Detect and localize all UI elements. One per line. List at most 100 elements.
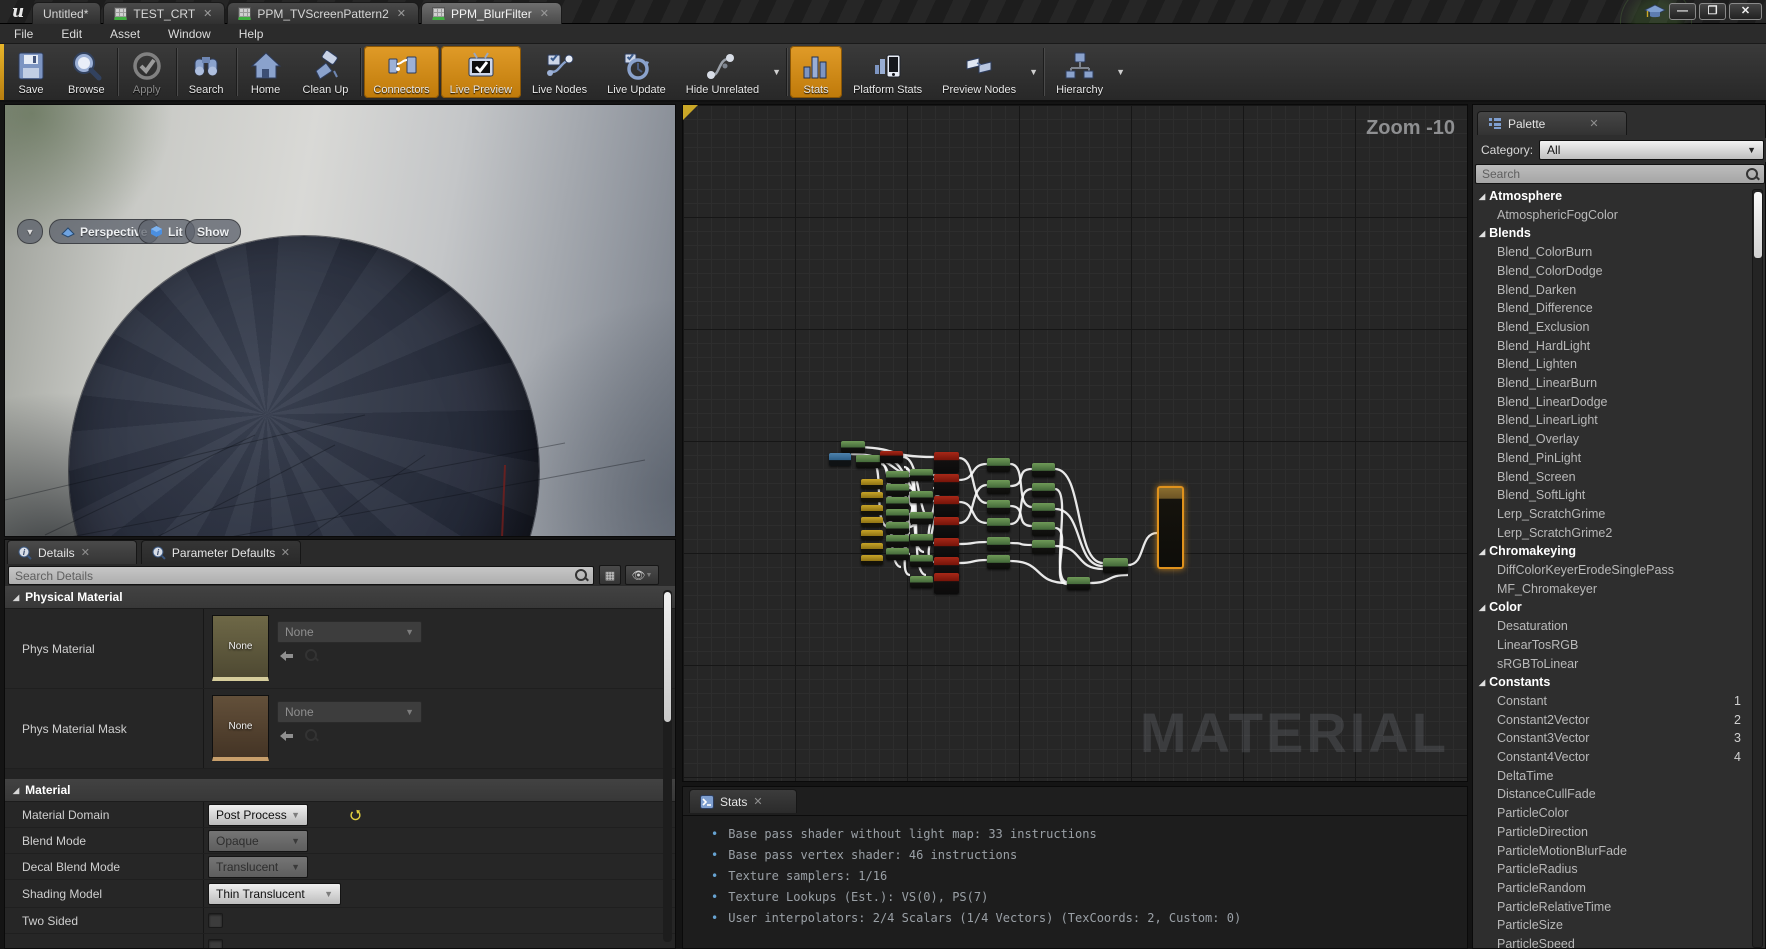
palette-item-blend-lineardodge[interactable]: Blend_LinearDodge (1473, 393, 1755, 411)
palette-item-blend-linearlight[interactable]: Blend_LinearLight (1473, 411, 1755, 429)
toolbar-button-apply[interactable]: Apply (121, 46, 173, 98)
graph-node[interactable] (1032, 522, 1055, 536)
chevron-down-icon[interactable]: ▼ (772, 67, 781, 77)
preview-viewport[interactable]: ▼ Perspective Lit Show Z Y X (4, 104, 676, 537)
graph-node[interactable] (934, 538, 959, 559)
use-selected-arrow-icon[interactable] (279, 729, 295, 743)
graph-node[interactable] (886, 522, 909, 534)
details-scrollbar[interactable] (663, 590, 672, 942)
graph-node[interactable] (861, 530, 883, 540)
palette-category-chromakeying[interactable]: ◢Chromakeying (1473, 542, 1755, 560)
close-button[interactable]: ✕ (1729, 3, 1762, 20)
graph-node[interactable] (987, 518, 1010, 532)
palette-item-lerp-scratchgrime[interactable]: Lerp_ScratchGrime (1473, 505, 1755, 523)
graph-node[interactable] (861, 479, 883, 489)
palette-item-blend-linearburn[interactable]: Blend_LinearBurn (1473, 374, 1755, 392)
graph-node[interactable] (987, 537, 1010, 551)
close-icon[interactable]: ✕ (281, 546, 290, 559)
graph-node[interactable] (1032, 503, 1055, 517)
graph-node[interactable] (910, 512, 933, 524)
tab-palette[interactable]: Palette ✕ (1477, 111, 1627, 135)
graph-node[interactable] (861, 505, 883, 515)
close-icon[interactable]: ✕ (397, 7, 406, 20)
phys-material-combo[interactable]: None▼ (277, 621, 422, 643)
graph-node[interactable] (910, 576, 933, 588)
selected-output-node[interactable] (1157, 486, 1184, 569)
palette-item-constant[interactable]: Constant1 (1473, 692, 1755, 710)
palette-item-particleradius[interactable]: ParticleRadius (1473, 860, 1755, 878)
palette-item-mf-chromakeyer[interactable]: MF_Chromakeyer (1473, 580, 1755, 598)
graph-node[interactable] (861, 543, 883, 553)
toolbar-button-live-update[interactable]: Live Update (598, 46, 675, 98)
graph-node[interactable] (934, 517, 959, 538)
graph-node[interactable] (1032, 463, 1055, 477)
palette-item-deltatime[interactable]: DeltaTime (1473, 767, 1755, 785)
close-icon[interactable]: ✕ (203, 7, 212, 20)
tutorial-cap-icon[interactable] (1644, 4, 1666, 20)
menu-file[interactable]: File (0, 24, 47, 44)
graph-node[interactable] (861, 492, 883, 502)
editor-tab-ppm-blurfilter[interactable]: PPM_BlurFilter✕ (421, 2, 562, 24)
graph-node[interactable] (910, 534, 933, 546)
palette-item-atmosphericfogcolor[interactable]: AtmosphericFogColor (1473, 206, 1755, 224)
close-icon[interactable]: ✕ (540, 7, 549, 20)
menu-help[interactable]: Help (225, 24, 278, 44)
menu-edit[interactable]: Edit (47, 24, 96, 44)
graph-node[interactable] (829, 453, 851, 466)
palette-item-particlespeed[interactable]: ParticleSpeed (1473, 935, 1755, 948)
phys-material-mask-combo[interactable]: None▼ (277, 701, 422, 723)
graph-node[interactable] (1032, 483, 1055, 497)
toolbar-button-stats[interactable]: Stats (790, 46, 842, 98)
palette-item-particledirection[interactable]: ParticleDirection (1473, 823, 1755, 841)
palette-item-lerp-scratchgrime2[interactable]: Lerp_ScratchGrime2 (1473, 524, 1755, 542)
toolbar-button-home[interactable]: Home (240, 46, 292, 98)
minimize-button[interactable]: — (1669, 3, 1696, 20)
material-graph[interactable]: Zoom -10 MATERIAL (682, 104, 1468, 782)
restore-button[interactable]: ❐ (1699, 3, 1726, 20)
graph-node[interactable] (987, 555, 1010, 569)
palette-item-blend-colorburn[interactable]: Blend_ColorBurn (1473, 243, 1755, 261)
graph-node[interactable] (886, 484, 909, 496)
tab-details[interactable]: i Details ✕ (7, 540, 137, 564)
graph-node[interactable] (1032, 540, 1055, 554)
graph-node[interactable] (886, 548, 909, 560)
palette-category-atmosphere[interactable]: ◢Atmosphere (1473, 187, 1755, 205)
palette-item-srgbtolinear[interactable]: sRGBToLinear (1473, 655, 1755, 673)
graph-node[interactable] (934, 496, 959, 517)
close-icon[interactable]: ✕ (1589, 117, 1598, 130)
palette-item-particlesize[interactable]: ParticleSize (1473, 916, 1755, 934)
palette-item-blend-colordodge[interactable]: Blend_ColorDodge (1473, 262, 1755, 280)
graph-node[interactable] (987, 458, 1010, 472)
palette-category-color[interactable]: ◢Color (1473, 598, 1755, 616)
palette-item-blend-hardlight[interactable]: Blend_HardLight (1473, 337, 1755, 355)
details-search-input[interactable] (9, 569, 575, 583)
graph-node[interactable] (880, 451, 903, 463)
editor-tab-test-crt[interactable]: TEST_CRT✕ (103, 2, 225, 24)
graph-node[interactable] (841, 441, 865, 453)
use-selected-arrow-icon[interactable] (279, 649, 295, 663)
property-matrix-icon[interactable]: ▦ (599, 565, 621, 585)
graph-node[interactable] (1067, 577, 1090, 590)
reset-to-default-icon[interactable]: ⭯ (350, 806, 361, 828)
palette-item-desaturation[interactable]: Desaturation (1473, 617, 1755, 635)
palette-category-blends[interactable]: ◢Blends (1473, 224, 1755, 242)
browse-to-asset-icon[interactable] (305, 649, 318, 662)
graph-node[interactable] (987, 500, 1010, 514)
palette-item-blend-difference[interactable]: Blend_Difference (1473, 299, 1755, 317)
phys-material-mask-thumbnail[interactable]: None (212, 695, 269, 761)
palette-scrollbar[interactable] (1752, 189, 1763, 948)
palette-item-particlecolor[interactable]: ParticleColor (1473, 804, 1755, 822)
menu-asset[interactable]: Asset (96, 24, 154, 44)
shading-model-dropdown[interactable]: Thin Translucent▼ (208, 883, 341, 905)
palette-item-distancecullfade[interactable]: DistanceCullFade (1473, 785, 1755, 803)
material-domain-dropdown[interactable]: Post Process▼ (208, 804, 308, 826)
browse-to-asset-icon[interactable] (305, 729, 318, 742)
toolbar-button-clean-up[interactable]: Clean Up (294, 46, 358, 98)
graph-node[interactable] (934, 474, 959, 495)
palette-item-blend-softlight[interactable]: Blend_SoftLight (1473, 486, 1755, 504)
palette-item-constant4vector[interactable]: Constant4Vector4 (1473, 748, 1755, 766)
palette-item-blend-exclusion[interactable]: Blend_Exclusion (1473, 318, 1755, 336)
graph-node[interactable] (910, 555, 933, 567)
graph-node[interactable] (934, 573, 959, 594)
graph-node[interactable] (910, 469, 933, 481)
